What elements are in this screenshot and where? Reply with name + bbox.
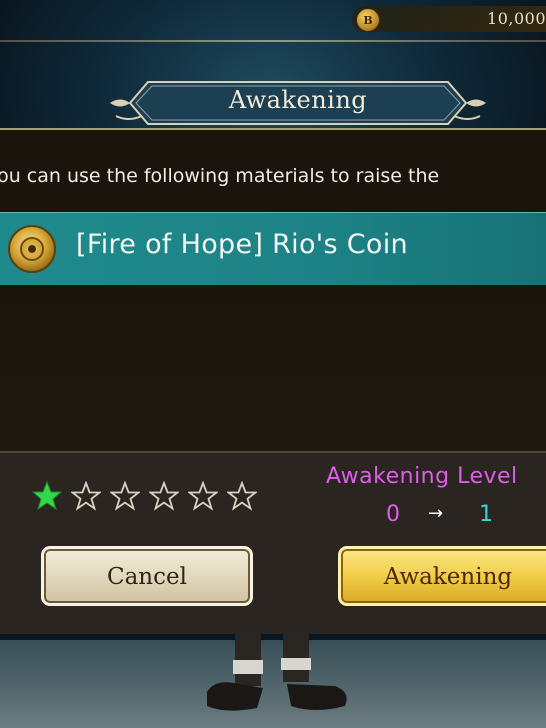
- star-filled-icon: [32, 481, 62, 511]
- material-list-empty-area: [0, 285, 546, 451]
- star-empty-icon: [71, 481, 101, 511]
- star-empty-icon: [149, 481, 179, 511]
- star-empty-icon: [188, 481, 218, 511]
- star-empty-icon: [110, 481, 140, 511]
- cancel-button[interactable]: Cancel: [41, 546, 253, 606]
- awakening-level-from: 0: [386, 502, 400, 527]
- star-empty-icon: [227, 481, 257, 511]
- currency-value: 10,000: [487, 9, 546, 28]
- awakening-level-to: 1: [479, 502, 493, 527]
- dialog-title: Awakening: [228, 86, 368, 114]
- awakening-level-label: Awakening Level: [326, 464, 518, 489]
- character-figure: [207, 630, 347, 711]
- currency-display: B 10,000: [352, 6, 546, 32]
- right-arrow-icon: →: [428, 503, 444, 524]
- header-divider: [0, 40, 546, 42]
- dialog-title-banner: Awakening: [108, 76, 488, 130]
- instruction-text: You can use the following materials to r…: [0, 165, 440, 187]
- instruction-text-container: You can use the following materials to r…: [0, 163, 546, 193]
- rio-coin-icon: [8, 225, 56, 273]
- coin-b-icon: B: [356, 8, 380, 32]
- awakening-button[interactable]: Awakening: [338, 546, 546, 606]
- material-list-item[interactable]: [Fire of Hope] Rio's Coin: [0, 212, 546, 286]
- material-name: [Fire of Hope] Rio's Coin: [76, 229, 408, 260]
